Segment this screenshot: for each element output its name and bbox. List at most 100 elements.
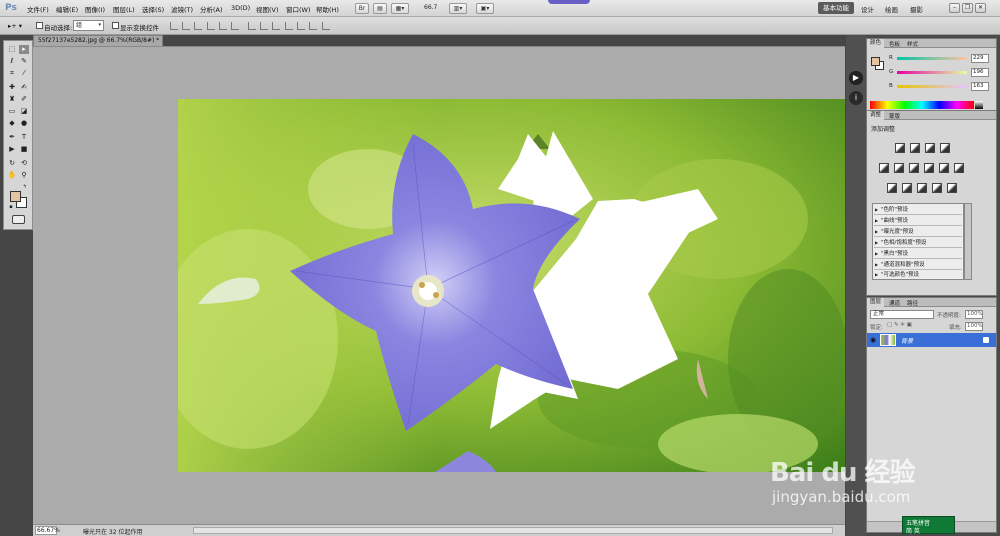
red-slider[interactable]: R 229 bbox=[889, 54, 995, 63]
arrange-documents-icon[interactable]: ▥▾ bbox=[449, 3, 467, 14]
menu-layer[interactable]: 图层(L) bbox=[113, 4, 135, 14]
distribute-top-icon[interactable] bbox=[248, 22, 256, 30]
red-track[interactable] bbox=[897, 57, 967, 60]
history-brush-icon[interactable]: ✐ bbox=[19, 95, 29, 104]
pen-tool-icon[interactable]: ✒ bbox=[7, 133, 17, 142]
default-colors-icon[interactable]: ▪ bbox=[6, 203, 16, 212]
healing-brush-icon[interactable]: ✚ bbox=[7, 83, 17, 92]
channel-mixer-icon[interactable] bbox=[954, 163, 964, 173]
color-panel-foreground[interactable] bbox=[871, 57, 880, 66]
blue-slider[interactable]: B 163 bbox=[889, 82, 995, 91]
menu-help[interactable]: 帮助(H) bbox=[316, 4, 339, 14]
move-tool-icon[interactable]: ▸ bbox=[19, 45, 29, 54]
threshold-icon[interactable] bbox=[917, 183, 927, 193]
color-balance-icon[interactable] bbox=[909, 163, 919, 173]
close-icon[interactable]: ✕ bbox=[975, 3, 986, 13]
blue-track[interactable] bbox=[897, 85, 967, 88]
distribute-hcenter-icon[interactable] bbox=[297, 22, 305, 30]
view-extras-icon[interactable]: ▦▾ bbox=[391, 3, 409, 14]
blend-mode-dropdown[interactable]: 正常 bbox=[870, 310, 934, 319]
green-slider[interactable]: G 196 bbox=[889, 68, 995, 77]
info-panel-icon[interactable]: i bbox=[849, 91, 863, 105]
tab-channels[interactable]: 通道 bbox=[889, 299, 900, 307]
curves-icon[interactable] bbox=[925, 143, 935, 153]
tab-adjustments[interactable]: 调整 bbox=[867, 111, 885, 120]
layer-name[interactable]: 背景 bbox=[901, 336, 913, 345]
workspace-photography[interactable]: 摄影 bbox=[910, 4, 923, 14]
workspace-essentials[interactable]: 基本功能 bbox=[818, 2, 854, 14]
shape-tool-icon[interactable]: ■ bbox=[19, 145, 29, 154]
actions-panel-icon[interactable]: ▶ bbox=[849, 71, 863, 85]
distribute-bottom-icon[interactable] bbox=[272, 22, 280, 30]
restore-icon[interactable]: ❐ bbox=[962, 3, 973, 13]
color-spectrum-bar[interactable] bbox=[870, 101, 974, 109]
type-tool-icon[interactable]: T bbox=[19, 133, 29, 142]
levels-icon[interactable] bbox=[910, 143, 920, 153]
menu-window[interactable]: 窗口(W) bbox=[286, 4, 311, 14]
screen-mode-icon[interactable]: ▣▾ bbox=[476, 3, 494, 14]
green-track[interactable] bbox=[897, 71, 967, 74]
menu-filter[interactable]: 滤镜(T) bbox=[171, 4, 193, 14]
menu-view[interactable]: 视图(V) bbox=[256, 4, 279, 14]
eyedropper-icon[interactable]: ⁄ bbox=[19, 69, 29, 78]
dodge-tool-icon[interactable]: ● bbox=[19, 119, 29, 128]
photo-filter-icon[interactable] bbox=[939, 163, 949, 173]
menu-3d[interactable]: 3D(D) bbox=[231, 4, 250, 12]
lock-icons[interactable]: ▢ ✎ ✛ ▣ bbox=[887, 322, 912, 328]
align-bottom-icon[interactable] bbox=[194, 22, 202, 30]
black-white-ramp[interactable] bbox=[975, 101, 983, 109]
invert-icon[interactable] bbox=[887, 183, 897, 193]
swap-colors-icon[interactable]: ↰ bbox=[20, 183, 30, 192]
align-left-icon[interactable] bbox=[207, 22, 215, 30]
canvas-image[interactable] bbox=[178, 99, 845, 472]
ime-lang-label[interactable]: 简 英 bbox=[906, 526, 920, 535]
preset-selective-color[interactable]: "可选颜色"预设 bbox=[874, 270, 962, 280]
posterize-icon[interactable] bbox=[902, 183, 912, 193]
document-tab[interactable]: 55f27137e5282.jpg @ 66.7%(RGB/8#) * bbox=[33, 35, 163, 46]
minibridge-icon[interactable]: ▤ bbox=[373, 3, 387, 14]
auto-align-icon[interactable] bbox=[322, 22, 330, 30]
distribute-vcenter-icon[interactable] bbox=[260, 22, 268, 30]
menu-file[interactable]: 文件(F) bbox=[27, 4, 49, 14]
minimize-icon[interactable]: – bbox=[949, 3, 960, 13]
align-top-icon[interactable] bbox=[170, 22, 178, 30]
black-white-icon[interactable] bbox=[924, 163, 934, 173]
paint-bucket-icon[interactable]: ◪ bbox=[19, 107, 29, 116]
show-transform-checkbox[interactable] bbox=[112, 22, 119, 29]
brightness-contrast-icon[interactable] bbox=[895, 143, 905, 153]
preset-curves[interactable]: "曲线"预设 bbox=[874, 216, 962, 226]
tab-paths[interactable]: 路径 bbox=[907, 299, 918, 307]
align-right-icon[interactable] bbox=[231, 22, 239, 30]
tab-swatches[interactable]: 色板 bbox=[889, 40, 900, 48]
tab-layers[interactable]: 图层 bbox=[867, 298, 885, 307]
zoom-tool-icon[interactable]: ⚲ bbox=[19, 171, 29, 180]
green-value[interactable]: 196 bbox=[971, 68, 989, 77]
exposure-icon[interactable] bbox=[940, 143, 950, 153]
blur-tool-icon[interactable]: ◆ bbox=[7, 119, 17, 128]
quick-mask-icon[interactable] bbox=[12, 215, 25, 224]
align-hcenter-icon[interactable] bbox=[219, 22, 227, 30]
3d-orbit-icon[interactable]: ⟲ bbox=[19, 159, 29, 168]
eye-icon[interactable]: ◉ bbox=[870, 336, 876, 344]
quick-selection-icon[interactable]: ✎ bbox=[19, 57, 29, 66]
brush-tool-icon[interactable]: ✍ bbox=[19, 83, 29, 92]
tab-masks[interactable]: 蒙版 bbox=[889, 112, 900, 120]
workspace-painting[interactable]: 绘画 bbox=[885, 4, 898, 14]
menu-image[interactable]: 图像(I) bbox=[85, 4, 105, 14]
auto-select-checkbox[interactable] bbox=[36, 22, 43, 29]
preset-exposure[interactable]: "曝光度"预设 bbox=[874, 227, 962, 237]
preset-levels[interactable]: "色阶"预设 bbox=[874, 205, 962, 215]
vibrance-icon[interactable] bbox=[879, 163, 889, 173]
preset-black-white[interactable]: "黑白"预设 bbox=[874, 249, 962, 259]
layer-row-background[interactable]: ◉ 背景 bbox=[867, 333, 996, 347]
distribute-right-icon[interactable] bbox=[309, 22, 317, 30]
3d-rotate-icon[interactable]: ↻ bbox=[7, 159, 17, 168]
zoom-level[interactable]: 66.7 bbox=[424, 4, 437, 11]
horizontal-scrollbar[interactable] bbox=[193, 527, 833, 534]
status-zoom-field[interactable]: 66.67% bbox=[35, 526, 60, 535]
preset-hue-saturation[interactable]: "色相/饱和度"预设 bbox=[874, 238, 962, 248]
menu-edit[interactable]: 编辑(E) bbox=[56, 4, 78, 14]
workspace-design[interactable]: 设计 bbox=[861, 4, 874, 14]
menu-analysis[interactable]: 分析(A) bbox=[200, 4, 223, 14]
marquee-tool-icon[interactable]: ⬚ bbox=[7, 45, 17, 54]
